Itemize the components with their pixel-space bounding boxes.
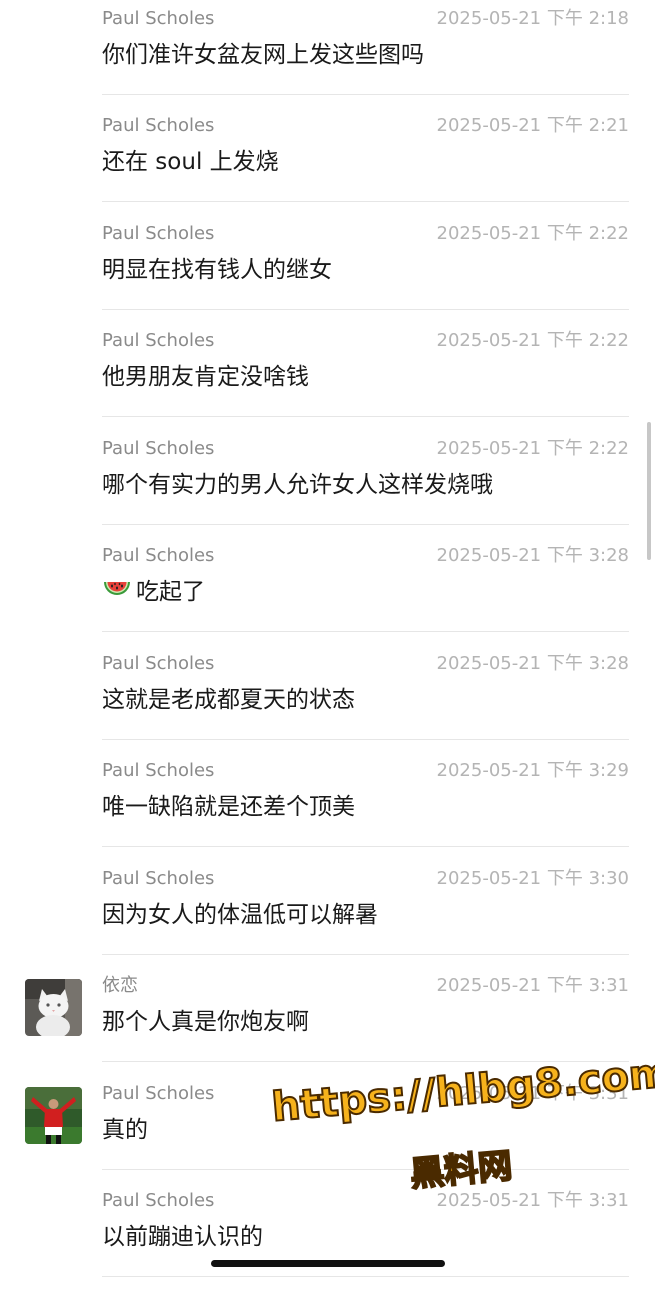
message-sender: Paul Scholes [102, 8, 215, 29]
message-sender: Paul Scholes [102, 1190, 215, 1211]
message-time: 2025-05-21 下午 3:28 [436, 653, 629, 674]
message-time: 2025-05-21 下午 2:22 [436, 438, 629, 459]
message-time: 2025-05-21 下午 3:29 [436, 760, 629, 781]
message-text: 还在 soul 上发烧 [102, 149, 279, 175]
message-text: 真的 [102, 1117, 148, 1143]
footballer-avatar-icon [25, 1087, 82, 1144]
message-time: 2025-05-21 下午 3:30 [436, 868, 629, 889]
message-row[interactable]: Paul Scholes 2025-05-21 下午 3:30 因为女人的体温低… [0, 860, 655, 967]
message-sender: Paul Scholes [102, 760, 215, 781]
message-row[interactable]: Paul Scholes 2025-05-21 下午 2:22 明显在找有钱人的… [0, 215, 655, 322]
avatar[interactable] [25, 1087, 82, 1144]
message-row[interactable]: Paul Scholes 2025-05-21 下午 2:22 哪个有实力的男人… [0, 430, 655, 537]
row-divider [102, 309, 629, 310]
row-divider [102, 416, 629, 417]
message-sender: Paul Scholes [102, 115, 215, 136]
message-row[interactable]: Paul Scholes 2025-05-21 下午 2:18 你们准许女盆友网… [0, 0, 655, 107]
avatar[interactable] [25, 979, 82, 1036]
message-time: 2025-05-21 下午 2:18 [436, 8, 629, 29]
message-text: 那个人真是你炮友啊 [102, 1009, 309, 1035]
scrollbar-thumb[interactable] [647, 422, 651, 560]
row-divider [102, 524, 629, 525]
cat-avatar-icon [25, 979, 82, 1036]
message-row[interactable]: Paul Scholes 2025-05-21 下午 2:22 他男朋友肯定没啥… [0, 322, 655, 429]
message-text: 你们准许女盆友网上发这些图吗 [102, 42, 424, 68]
row-divider [102, 739, 629, 740]
message-row[interactable]: Paul Scholes 2025-05-21 下午 2:21 还在 soul … [0, 107, 655, 214]
message-time: 2025-05-21 下午 3:31 [436, 1190, 629, 1211]
message-text: 因为女人的体温低可以解暑 [102, 902, 378, 928]
message-text: 唯一缺陷就是还差个顶美 [102, 794, 355, 820]
message-sender: Paul Scholes [102, 330, 215, 351]
row-divider [102, 846, 629, 847]
message-sender: Paul Scholes [102, 545, 215, 566]
message-sender: Paul Scholes [102, 868, 215, 889]
message-sender: Paul Scholes [102, 438, 215, 459]
message-time: 2025-05-21 下午 2:22 [436, 330, 629, 351]
message-text: 以前蹦迪认识的 [102, 1224, 263, 1250]
message-text: 哪个有实力的男人允许女人这样发烧哦 [102, 472, 493, 498]
message-row[interactable]: Paul Scholes 2025-05-21 下午 3:28 这就是老成都夏天… [0, 645, 655, 752]
message-time: 2025-05-21 下午 3:31 [436, 1083, 629, 1104]
message-text: 吃起了 [136, 579, 205, 605]
message-time: 2025-05-21 下午 2:21 [436, 115, 629, 136]
message-time: 2025-05-21 下午 2:22 [436, 223, 629, 244]
message-row[interactable]: Paul Scholes 2025-05-21 下午 3:31 以前蹦迪认识的 [0, 1182, 655, 1289]
message-sender: Paul Scholes [102, 653, 215, 674]
message-text: 他男朋友肯定没啥钱 [102, 364, 309, 390]
watermelon-icon [102, 578, 132, 610]
message-time: 2025-05-21 下午 3:28 [436, 545, 629, 566]
row-divider [102, 954, 629, 955]
row-divider [102, 631, 629, 632]
message-text: 这就是老成都夏天的状态 [102, 687, 355, 713]
row-divider [102, 1276, 629, 1277]
message-time: 2025-05-21 下午 3:31 [436, 975, 629, 996]
message-row[interactable]: Paul Scholes 2025-05-21 下午 3:31 真的 [0, 1075, 655, 1182]
row-divider [102, 94, 629, 95]
message-row[interactable]: 依恋 2025-05-21 下午 3:31 那个人真是你炮友啊 [0, 967, 655, 1074]
message-sender: Paul Scholes [102, 223, 215, 244]
message-sender: Paul Scholes [102, 1083, 215, 1104]
row-divider [102, 1061, 629, 1062]
message-sender: 依恋 [102, 975, 138, 996]
row-divider [102, 1169, 629, 1170]
message-text: 明显在找有钱人的继女 [102, 257, 332, 283]
message-row[interactable]: Paul Scholes 2025-05-21 下午 3:29 唯一缺陷就是还差… [0, 752, 655, 859]
row-divider [102, 201, 629, 202]
message-row[interactable]: Paul Scholes 2025-05-21 下午 3:28 吃起了 [0, 537, 655, 644]
home-indicator[interactable] [211, 1260, 445, 1267]
message-text-with-emoji: 吃起了 [102, 577, 205, 610]
